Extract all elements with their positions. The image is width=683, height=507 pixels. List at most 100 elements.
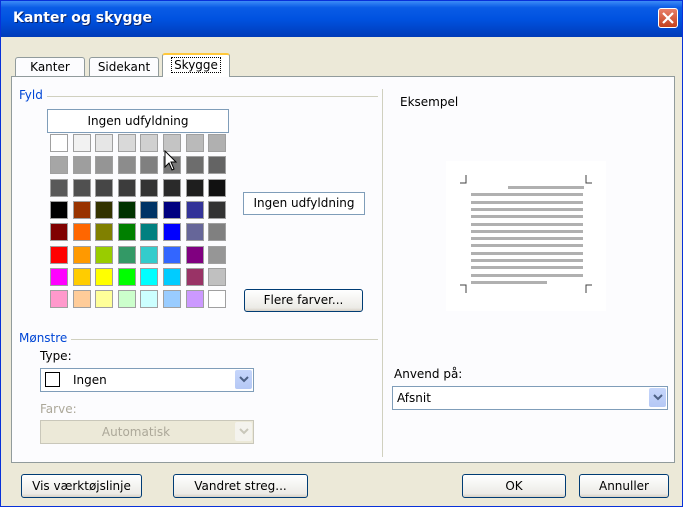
- color-swatch[interactable]: [185, 156, 204, 175]
- color-swatch[interactable]: [140, 134, 159, 152]
- color-swatch[interactable]: [95, 200, 114, 219]
- more-colors-button[interactable]: Flere farver...: [244, 289, 363, 312]
- color-swatch[interactable]: [117, 245, 136, 264]
- color-swatch[interactable]: [163, 178, 181, 197]
- type-value: Ingen: [73, 373, 107, 387]
- color-swatch[interactable]: [95, 290, 114, 309]
- color-swatch[interactable]: [208, 178, 227, 197]
- color-swatch[interactable]: [140, 178, 159, 197]
- type-select[interactable]: Ingen: [40, 368, 254, 392]
- color-swatch[interactable]: [208, 290, 227, 309]
- color-swatch[interactable]: [50, 156, 68, 175]
- color-swatch[interactable]: [50, 290, 68, 309]
- color-swatch[interactable]: [140, 267, 159, 286]
- color-swatch[interactable]: [185, 178, 204, 197]
- color-swatch[interactable]: [50, 223, 68, 242]
- show-toolbar-button[interactable]: Vis værktøjslinje: [21, 474, 142, 498]
- vertical-divider: [382, 89, 383, 457]
- tab-kanter[interactable]: Kanter: [15, 57, 85, 77]
- color-swatch[interactable]: [140, 245, 159, 264]
- fill-group-label: Fyld: [19, 88, 47, 102]
- color-swatch[interactable]: [95, 245, 114, 264]
- no-fill-top-button[interactable]: Ingen udfyldning: [47, 109, 229, 133]
- mouse-cursor-icon: [164, 150, 178, 171]
- color-swatch[interactable]: [140, 223, 159, 242]
- color-swatch[interactable]: [117, 267, 136, 286]
- color-swatch[interactable]: [117, 178, 136, 197]
- color-swatch[interactable]: [72, 200, 91, 219]
- color-swatch[interactable]: [50, 267, 68, 286]
- color-swatch[interactable]: [50, 134, 68, 152]
- type-dropdown-arrow[interactable]: [235, 370, 252, 389]
- preview-line: [471, 273, 583, 277]
- color-swatch[interactable]: [185, 134, 204, 152]
- color-swatch[interactable]: [95, 223, 114, 242]
- dialog-window: Kanter og skygge Kanter Sidekant Skygge …: [0, 0, 683, 507]
- preview-box: [446, 161, 606, 311]
- ok-button[interactable]: OK: [462, 474, 566, 498]
- color-swatch[interactable]: [95, 178, 114, 197]
- apply-select[interactable]: Afsnit: [392, 386, 668, 410]
- color-swatch[interactable]: [185, 267, 204, 286]
- color-swatch[interactable]: [72, 223, 91, 242]
- color-swatch[interactable]: [95, 134, 114, 152]
- color-swatch[interactable]: [117, 223, 136, 242]
- pattern-swatch: [45, 372, 60, 387]
- color-swatch[interactable]: [72, 245, 91, 264]
- color-swatch[interactable]: [117, 290, 136, 309]
- horizontal-line-button[interactable]: Vandret streg...: [173, 474, 308, 498]
- color-swatch[interactable]: [185, 290, 204, 309]
- color-swatch[interactable]: [208, 245, 227, 264]
- cancel-button[interactable]: Annuller: [579, 474, 669, 498]
- patterns-divider: [23, 339, 378, 340]
- color-swatch[interactable]: [208, 134, 227, 152]
- color-swatch[interactable]: [72, 178, 91, 197]
- color-swatch[interactable]: [50, 245, 68, 264]
- color-swatch[interactable]: [117, 200, 136, 219]
- color-swatch[interactable]: [208, 200, 227, 219]
- color-swatch[interactable]: [95, 267, 114, 286]
- color-swatch[interactable]: [72, 134, 91, 152]
- color-swatch[interactable]: [140, 200, 159, 219]
- color-swatch[interactable]: [163, 200, 181, 219]
- color-swatch[interactable]: [140, 290, 159, 309]
- title-bar: Kanter og skygge: [1, 1, 682, 37]
- tab-sidekant[interactable]: Sidekant: [89, 57, 159, 77]
- preview-line: [471, 244, 583, 248]
- color-swatch[interactable]: [140, 156, 159, 175]
- color-swatch[interactable]: [208, 267, 227, 286]
- color-swatch[interactable]: [50, 200, 68, 219]
- color-swatch[interactable]: [185, 200, 204, 219]
- pattern-color-select: Automatisk: [40, 420, 254, 444]
- color-swatch[interactable]: [208, 156, 227, 175]
- color-swatch[interactable]: [163, 245, 181, 264]
- tab-skygge[interactable]: Skygge: [162, 53, 230, 77]
- color-swatch[interactable]: [72, 267, 91, 286]
- tab-label: Kanter: [30, 60, 70, 74]
- color-swatch[interactable]: [95, 156, 114, 175]
- patterns-group-label: Mønstre: [19, 331, 72, 345]
- pattern-color-dropdown-arrow: [235, 422, 252, 441]
- color-swatch[interactable]: [185, 245, 204, 264]
- preview-line: [471, 229, 583, 233]
- tab-label: Skygge: [171, 57, 221, 73]
- apply-dropdown-arrow[interactable]: [649, 388, 666, 407]
- color-swatch[interactable]: [72, 156, 91, 175]
- preview-line: [508, 186, 584, 189]
- apply-label: Anvend på:: [394, 367, 463, 381]
- dialog-title: Kanter og skygge: [13, 10, 153, 26]
- color-swatch[interactable]: [163, 290, 181, 309]
- preview-line: [471, 280, 547, 284]
- color-swatch[interactable]: [163, 223, 181, 242]
- color-swatch[interactable]: [185, 223, 204, 242]
- color-swatch[interactable]: [208, 223, 227, 242]
- color-swatch[interactable]: [72, 290, 91, 309]
- color-swatch[interactable]: [117, 134, 136, 152]
- color-swatch[interactable]: [163, 267, 181, 286]
- no-fill-side-button[interactable]: Ingen udfyldning: [243, 192, 365, 215]
- close-button[interactable]: [658, 8, 678, 28]
- color-swatch[interactable]: [50, 178, 68, 197]
- color-swatch[interactable]: [117, 156, 136, 175]
- preview-line: [471, 207, 583, 211]
- apply-value: Afsnit: [397, 391, 431, 405]
